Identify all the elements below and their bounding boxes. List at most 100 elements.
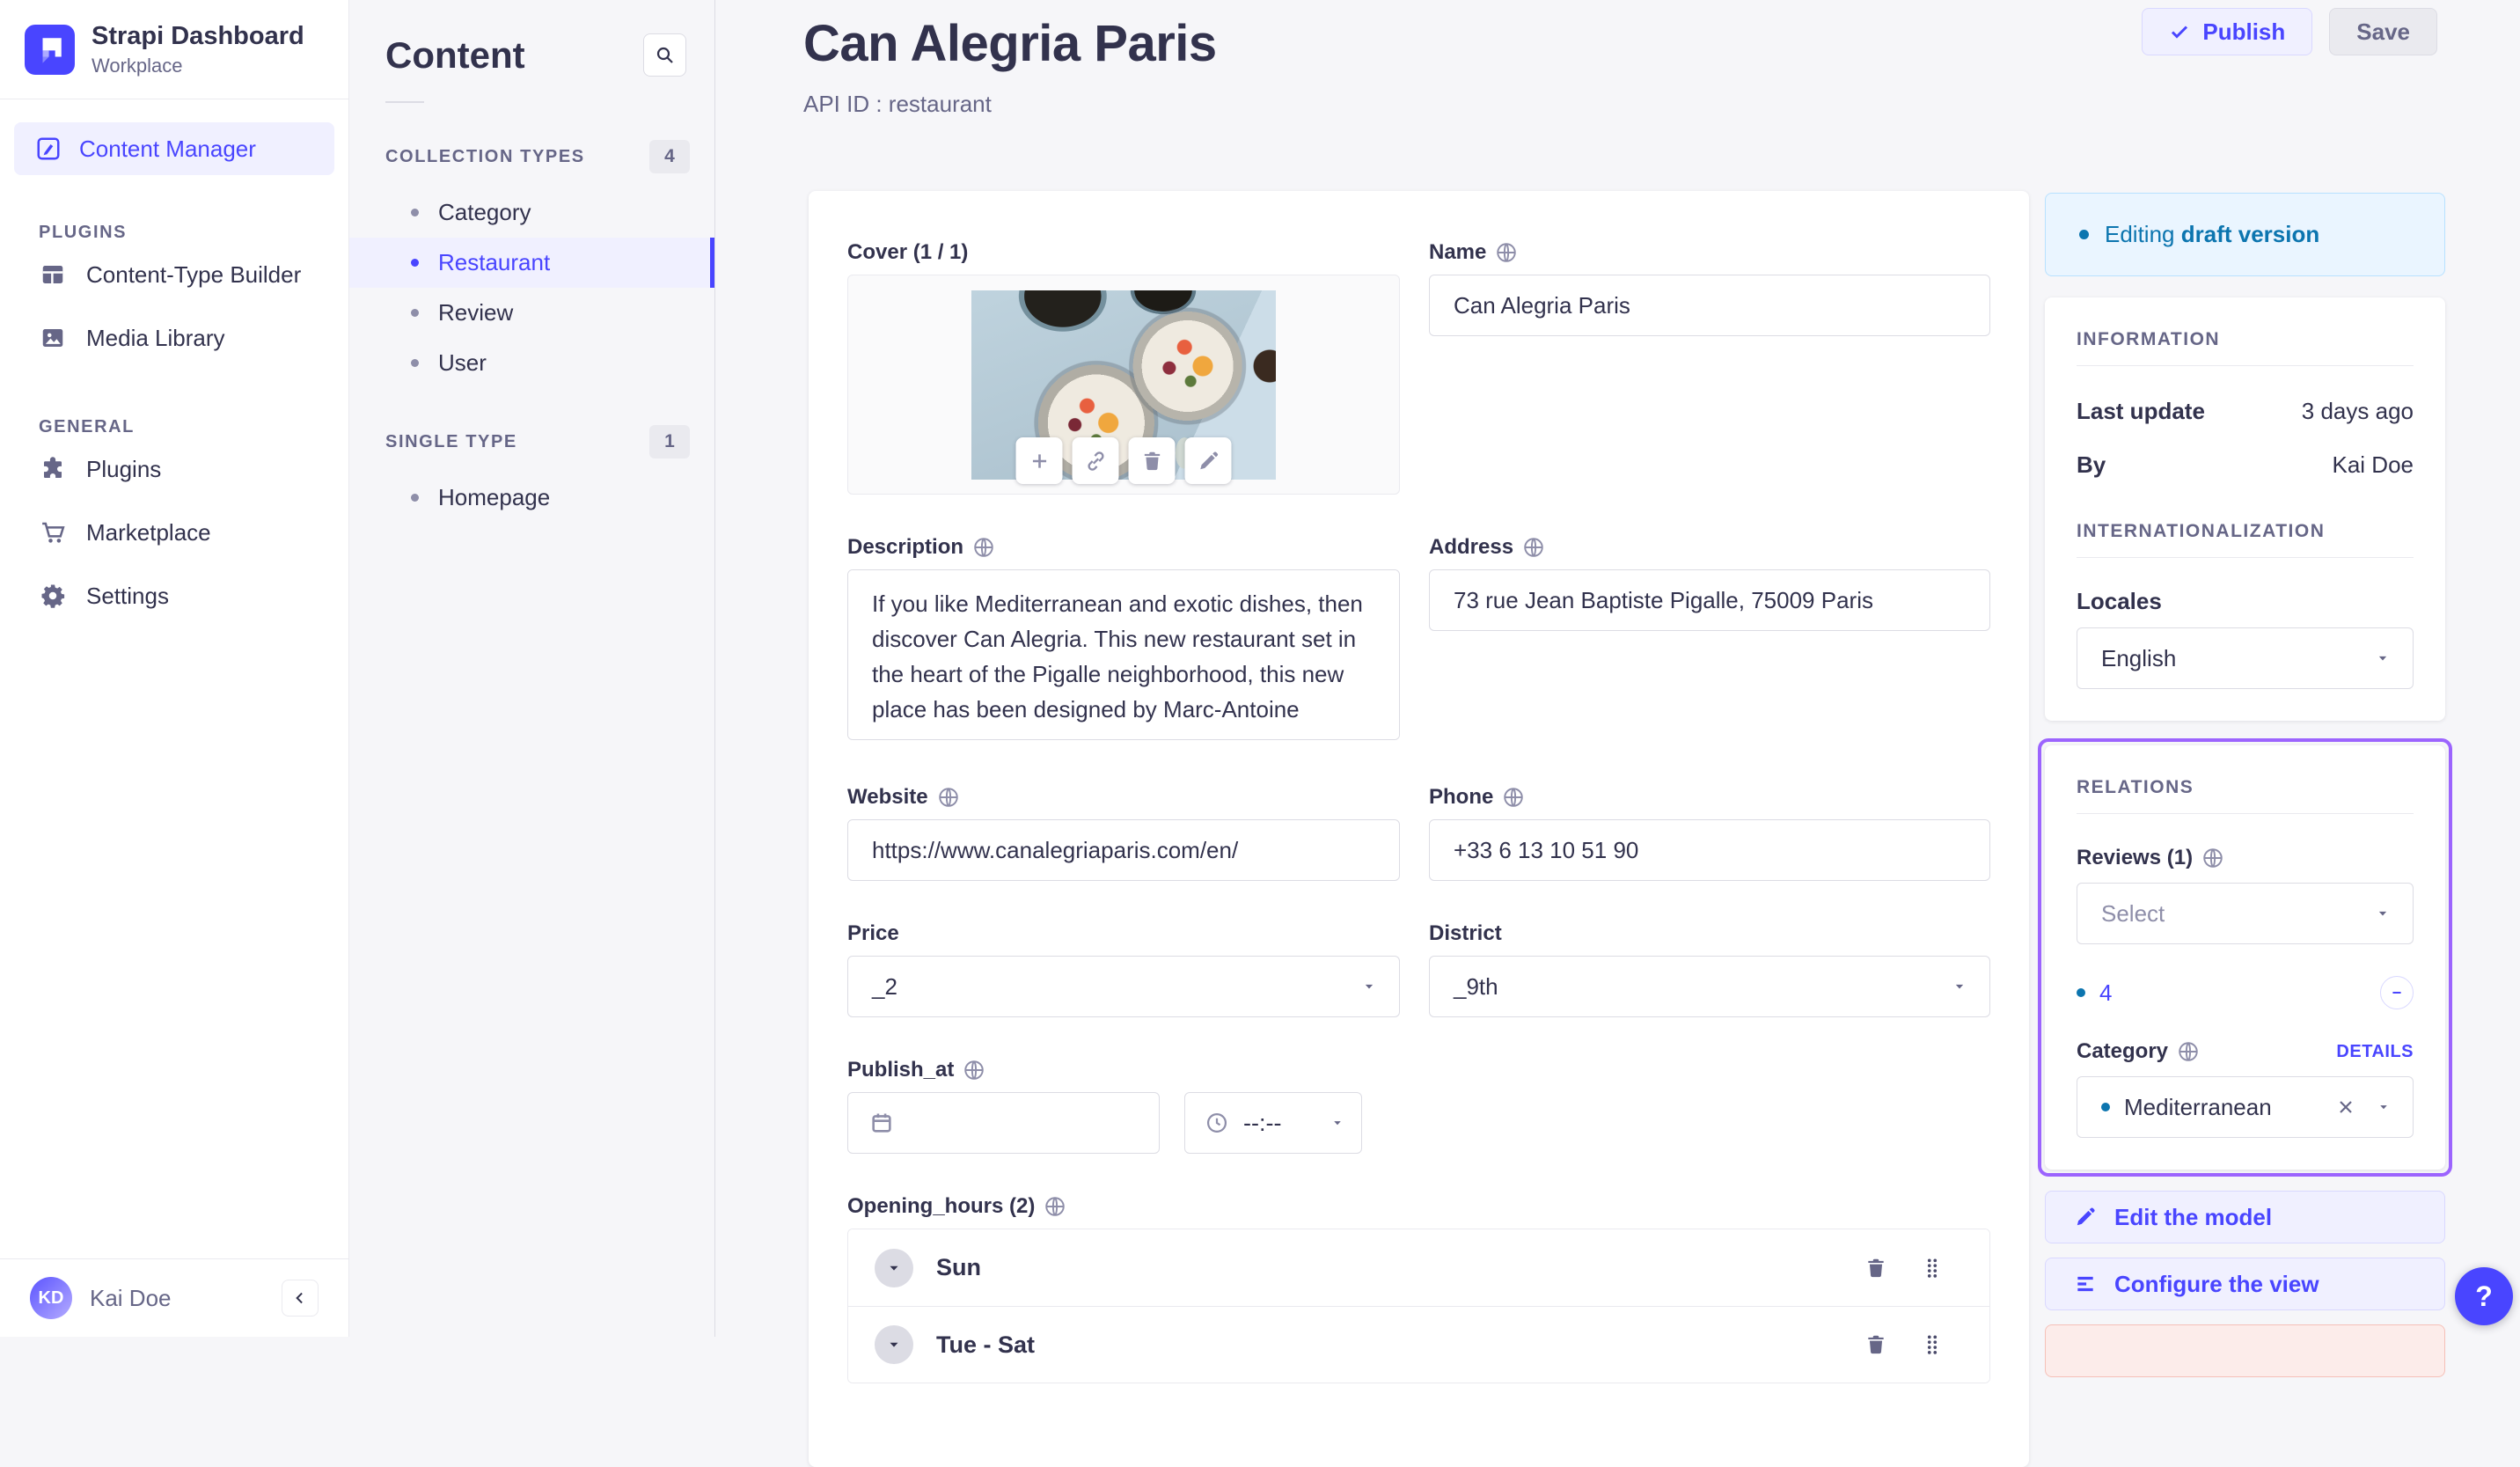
publish-at-time-input[interactable]: --:-- [1184,1092,1362,1154]
review-relation-link[interactable]: 4 [2077,979,2112,1007]
expand-row-button[interactable] [875,1248,913,1287]
link-icon [1084,450,1107,473]
collapse-sidebar-button[interactable] [282,1280,319,1317]
last-update-value: 3 days ago [2301,398,2414,424]
category-label-row: Category DETAILS [2077,1039,2414,1064]
reviews-placeholder: Select [2101,899,2165,927]
subnav-item-homepage[interactable]: Homepage [349,473,714,523]
district-label: District [1429,921,1502,945]
by-value: Kai Doe [2332,451,2414,478]
pencil-icon [1197,450,1220,473]
main-sidebar: Strapi Dashboard Workplace Content Manag… [0,0,349,1337]
globe-icon [2201,847,2224,869]
subnav-item-user[interactable]: User [349,338,714,388]
bullet-icon [411,359,419,367]
save-button[interactable]: Save [2329,8,2437,55]
locale-value: English [2101,644,2177,671]
field-cover: Cover (1 / 1) [847,240,1400,495]
price-value: _2 [872,972,897,1000]
gear-icon [39,583,67,609]
edit-model-button[interactable]: Edit the model [2045,1191,2445,1243]
drag-handle-icon[interactable] [1921,1257,1944,1280]
close-icon[interactable] [2335,1097,2356,1118]
avatar[interactable]: KD [30,1277,72,1319]
help-button[interactable]: ? [2455,1267,2513,1325]
price-select[interactable]: _2 [847,956,1400,1017]
by-label: By [2077,451,2106,478]
page-header: Can Alegria Paris API ID : restaurant [803,14,1217,118]
delete-row-button[interactable] [1864,1257,1887,1280]
globe-icon [1044,1195,1066,1218]
cover-actions [1015,437,1232,484]
locale-select[interactable]: English [2077,627,2414,689]
search-button[interactable] [643,33,686,77]
clock-icon [1205,1111,1229,1135]
edit-media-button[interactable] [1184,437,1232,484]
sidebar-item-plugins[interactable]: Plugins [0,437,348,501]
globe-icon [937,786,960,809]
subnav-item-label: Category [438,199,531,225]
category-label: Category [2077,1039,2169,1063]
review-relation-id: 4 [2099,979,2113,1006]
header-actions: Publish Save [2142,8,2437,55]
cart-icon [39,519,67,546]
opening-hours-row-tue-sat[interactable]: Tue - Sat [848,1306,1989,1383]
delete-media-button[interactable] [1128,437,1176,484]
field-district: District _9th [1429,921,1990,1017]
relation-dot-icon [2077,988,2085,997]
category-select[interactable]: Mediterranean [2077,1076,2414,1138]
opening-hours-row-sun[interactable]: Sun [848,1229,1989,1306]
field-phone: Phone [1429,785,1990,881]
expand-row-button[interactable] [875,1325,913,1364]
subnav-title: Content [385,33,525,76]
by-row: By Kai Doe [2077,451,2414,479]
workspace-switcher[interactable]: Strapi Dashboard Workplace [0,0,348,99]
row-label: Sun [936,1254,981,1280]
i18n-label: INTERNATIONALIZATION [2077,521,2326,541]
divider [2077,813,2414,814]
question-icon: ? [2475,1280,2493,1312]
name-label: Name [1429,240,1487,264]
field-description: Description If you like Mediterranean an… [847,535,1400,745]
collapse-icon [291,1289,309,1307]
single-type-label: SINGLE TYPE [385,431,517,451]
copy-link-button[interactable] [1072,437,1119,484]
chevron-down-icon [886,1337,902,1353]
address-input[interactable] [1429,569,1990,631]
puzzle-icon [39,456,67,482]
subnav-item-review[interactable]: Review [349,288,714,338]
image-icon [39,325,67,351]
subnav-item-label: User [438,349,487,376]
collection-types-count-badge: 4 [649,140,690,173]
configure-view-button[interactable]: Configure the view [2045,1258,2445,1310]
description-textarea[interactable]: If you like Mediterranean and exotic dis… [847,569,1400,740]
publish-button[interactable]: Publish [2142,8,2313,55]
time-placeholder: --:-- [1243,1109,1282,1136]
add-media-button[interactable] [1015,437,1063,484]
address-label: Address [1429,535,1514,559]
subnav-item-category[interactable]: Category [349,187,714,238]
cover-dropzone[interactable] [847,275,1400,495]
sidebar-item-settings[interactable]: Settings [0,564,348,627]
name-input[interactable] [1429,275,1990,336]
publish-at-date-input[interactable] [847,1092,1160,1154]
subnav-item-label: Restaurant [438,249,551,275]
single-type-count-badge: 1 [649,425,690,458]
district-select[interactable]: _9th [1429,956,1990,1017]
details-link[interactable]: DETAILS [2336,1042,2414,1062]
sidebar-item-content-type-builder[interactable]: Content-Type Builder [0,243,348,306]
website-input[interactable] [847,819,1400,881]
reviews-select[interactable]: Select [2077,883,2414,944]
remove-relation-button[interactable] [2380,976,2414,1009]
subnav-item-restaurant[interactable]: Restaurant [349,238,714,288]
divider [2077,365,2414,366]
chevron-down-icon [2376,1099,2392,1115]
website-label: Website [847,785,928,809]
price-label: Price [847,921,899,945]
globe-icon [972,536,995,559]
sidebar-item-media-library[interactable]: Media Library [0,306,348,370]
sidebar-item-content-manager[interactable]: Content Manager [14,122,334,175]
delete-entry-button[interactable] [2045,1324,2445,1377]
phone-input[interactable] [1429,819,1990,881]
sidebar-item-marketplace[interactable]: Marketplace [0,501,348,564]
